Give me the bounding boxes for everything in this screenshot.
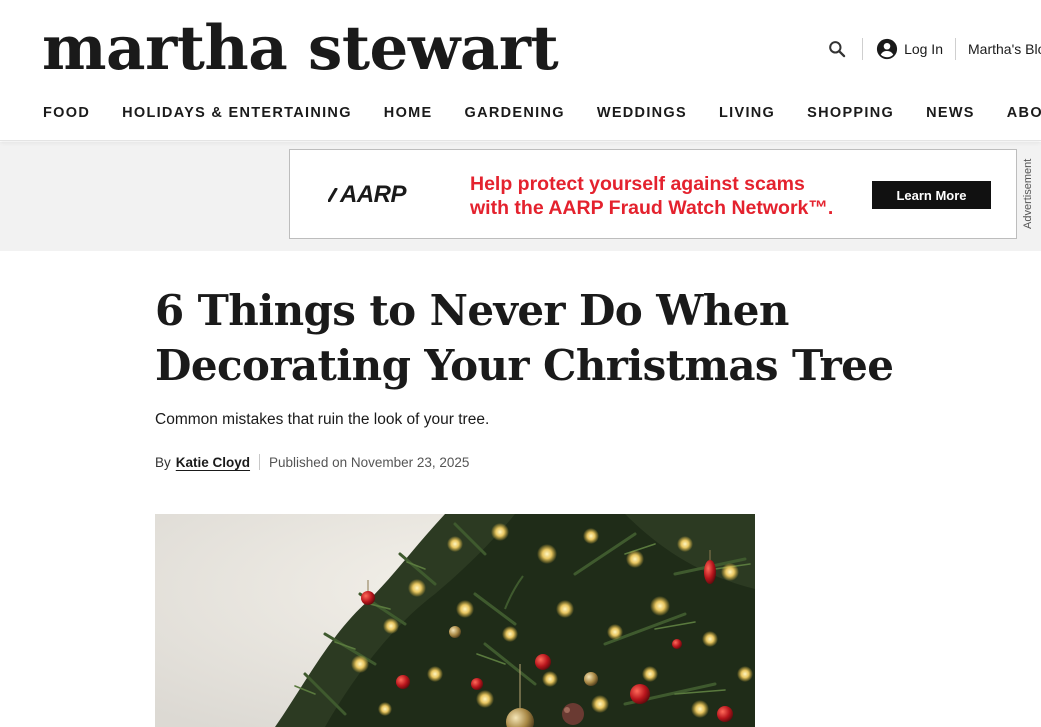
- advertisement-label: Advertisement: [1022, 158, 1034, 230]
- ad-brand-logo: AARP: [328, 180, 407, 210]
- account-circle-icon: [876, 38, 898, 60]
- login-label: Log In: [904, 41, 943, 57]
- nav-item-news[interactable]: NEWS: [926, 104, 975, 122]
- nav-item-weddings[interactable]: WEDDINGS: [597, 104, 687, 122]
- ad-headline-line2: with the AARP Fraud Watch Network™.: [470, 197, 834, 219]
- utility-bar: Log In Martha's Blog: [822, 33, 1041, 65]
- nav-item-food[interactable]: FOOD: [43, 104, 90, 122]
- publish-date: Published on November 23, 2025: [269, 454, 470, 470]
- byline-prefix: By: [155, 454, 171, 470]
- divider: [862, 38, 864, 60]
- aarp-swoosh-icon: [328, 188, 338, 202]
- ad-headline: Help protect yourself against scams with…: [470, 172, 833, 220]
- login-button[interactable]: Log In: [876, 38, 943, 60]
- nav-item-gardening[interactable]: GARDENING: [465, 104, 565, 122]
- nav-item-holidays-entertaining[interactable]: HOLIDAYS & ENTERTAINING: [122, 104, 352, 122]
- marthas-blog-link[interactable]: Martha's Blog: [968, 41, 1041, 57]
- main-nav: FOOD HOLIDAYS & ENTERTAINING HOME GARDEN…: [43, 104, 1041, 122]
- divider: [955, 38, 956, 60]
- byline: By Katie Cloyd Published on November 23,…: [155, 454, 469, 470]
- nav-item-shopping[interactable]: SHOPPING: [807, 104, 894, 122]
- ad-learn-more-button[interactable]: Learn More: [872, 181, 991, 209]
- search-button[interactable]: [822, 34, 852, 64]
- nav-item-living[interactable]: LIVING: [719, 104, 775, 122]
- christmas-tree-photo: [155, 514, 755, 727]
- article-subtitle: Common mistakes that ruin the look of yo…: [155, 411, 490, 428]
- ad-brand-text: AARP: [340, 181, 407, 208]
- nav-item-home[interactable]: HOME: [384, 104, 433, 122]
- author-link[interactable]: Katie Cloyd: [176, 455, 250, 470]
- ad-headline-line1: Help protect yourself against scams: [470, 173, 805, 195]
- article-title: 6 Things to Never Do When Decorating You…: [155, 286, 894, 390]
- hero-image: [155, 514, 755, 727]
- search-icon: [829, 41, 846, 58]
- divider: [259, 454, 261, 470]
- advertisement-banner[interactable]: AARP Help protect yourself against scams…: [289, 149, 1017, 239]
- site-header: martha stewart Log In Martha's Blog FOOD…: [0, 0, 1041, 141]
- site-logo[interactable]: martha stewart: [42, 14, 559, 84]
- nav-item-about-us[interactable]: ABOUT US: [1007, 104, 1041, 122]
